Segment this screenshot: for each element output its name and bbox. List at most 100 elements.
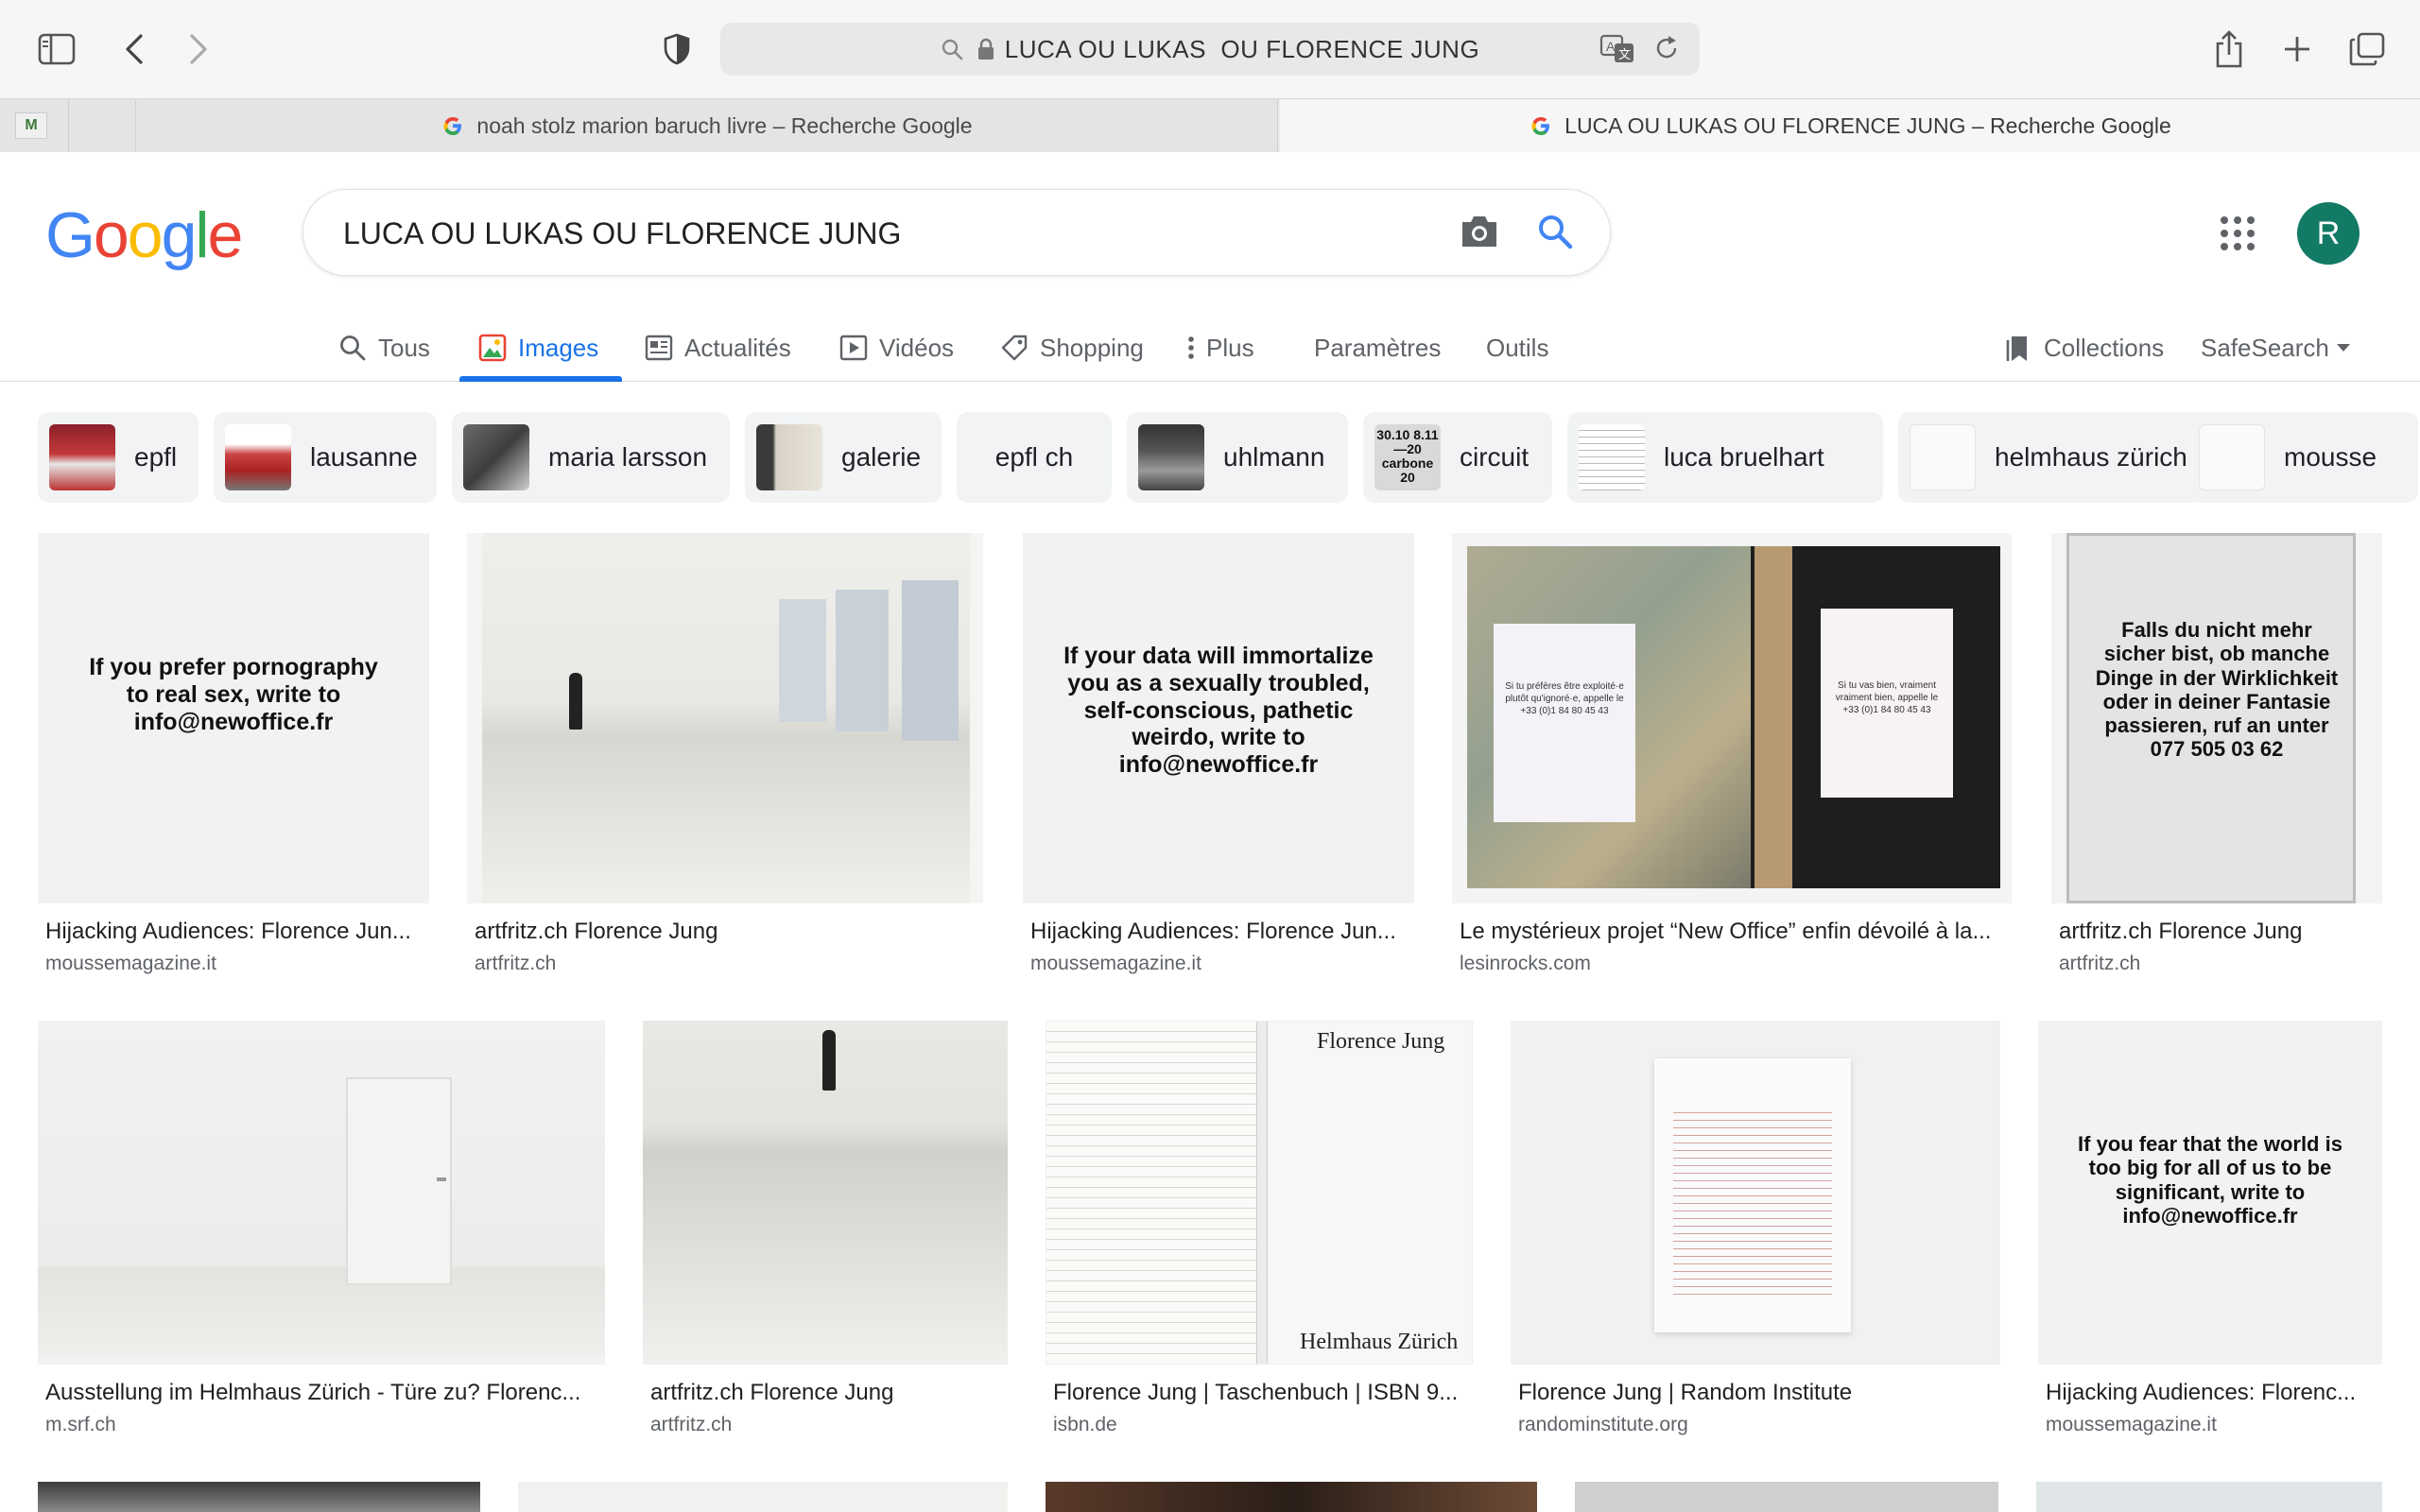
- result-image-partial[interactable]: [518, 1482, 1008, 1512]
- chip-label: epfl ch: [994, 442, 1074, 472]
- tab-plus[interactable]: Plus: [1187, 323, 1254, 372]
- result-source[interactable]: artfritz.ch: [475, 953, 556, 975]
- tab-shopping[interactable]: Shopping: [1000, 323, 1144, 372]
- result-source[interactable]: artfritz.ch: [650, 1414, 732, 1436]
- book-back-cover: [1046, 1022, 1256, 1364]
- google-apps-grid-icon[interactable]: [2220, 215, 2256, 251]
- result-source[interactable]: m.srf.ch: [45, 1414, 116, 1436]
- result-title[interactable]: Hijacking Audiences: Florence Jun...: [1030, 919, 1414, 945]
- window-shape: [779, 599, 826, 722]
- camera-icon[interactable]: [1459, 213, 1500, 250]
- result-title[interactable]: artfritz.ch Florence Jung: [650, 1380, 1006, 1406]
- chip-thumbnail: [1138, 424, 1204, 490]
- result-image[interactable]: [38, 1021, 605, 1365]
- result-card[interactable]: Florence Jung | Random Institute randomi…: [1511, 1021, 2000, 1455]
- empty-room-photo: [38, 1034, 605, 1355]
- new-tab-plus-icon[interactable]: [2274, 26, 2320, 72]
- collections-button[interactable]: Collections: [2004, 323, 2164, 372]
- chip-lausanne[interactable]: lausanne: [214, 412, 437, 503]
- result-card[interactable]: Falls du nicht mehr sicher bist, ob manc…: [2051, 533, 2382, 987]
- chip-uhlmann[interactable]: uhlmann: [1127, 412, 1348, 503]
- share-icon[interactable]: [2206, 26, 2252, 72]
- chip-maria-larsson[interactable]: maria larsson: [452, 412, 730, 503]
- result-image-partial[interactable]: [1575, 1482, 1998, 1512]
- poster-text: If your data will immortalize you as a s…: [1063, 643, 1374, 778]
- tab-noah-stolz[interactable]: noah stolz marion baruch livre – Recherc…: [136, 99, 1278, 152]
- result-title[interactable]: artfritz.ch Florence Jung: [2059, 919, 2380, 945]
- result-card[interactable]: If your data will immortalize you as a s…: [1023, 533, 1414, 987]
- chip-luca-bruelhart[interactable]: luca bruelhart: [1567, 412, 1883, 503]
- result-image[interactable]: Falls du nicht mehr sicher bist, ob manc…: [2051, 533, 2382, 903]
- tab-images[interactable]: Images: [478, 323, 598, 372]
- translate-icon[interactable]: A文: [1599, 34, 1635, 64]
- result-title[interactable]: Florence Jung | Random Institute: [1518, 1380, 1998, 1406]
- result-source[interactable]: randominstitute.org: [1518, 1414, 1688, 1436]
- result-source[interactable]: isbn.de: [1053, 1414, 1117, 1436]
- result-source[interactable]: moussemagazine.it: [45, 953, 216, 975]
- result-image[interactable]: If you prefer pornography to real sex, w…: [38, 533, 429, 903]
- chip-galerie[interactable]: galerie: [745, 412, 942, 503]
- door-shape: [346, 1077, 452, 1285]
- result-image[interactable]: [1511, 1021, 2000, 1365]
- result-image[interactable]: [467, 533, 983, 903]
- result-card[interactable]: If you prefer pornography to real sex, w…: [38, 533, 429, 987]
- pinned-tab[interactable]: M: [0, 99, 136, 152]
- result-source[interactable]: lesinrocks.com: [1460, 953, 1591, 975]
- result-image[interactable]: [643, 1021, 1008, 1365]
- tab-tous[interactable]: Tous: [338, 323, 430, 372]
- result-card[interactable]: Si tu préfères être exploité·e plutôt qu…: [1452, 533, 2012, 987]
- result-image[interactable]: Si tu préfères être exploité·e plutôt qu…: [1452, 533, 2012, 903]
- result-card[interactable]: artfritz.ch Florence Jung artfritz.ch: [467, 533, 983, 987]
- tab-title: LUCA OU LUKAS OU FLORENCE JUNG – Recherc…: [1564, 112, 2171, 138]
- google-logo[interactable]: Google: [45, 198, 243, 272]
- chip-helmhaus-zurich[interactable]: helmhaus zürich: [1898, 412, 2201, 503]
- chip-epfl-ch[interactable]: epfl ch: [957, 412, 1112, 503]
- chip-thumbnail: [1579, 424, 1645, 490]
- result-image-partial[interactable]: [38, 1482, 480, 1512]
- tab-outils[interactable]: Outils: [1486, 323, 1548, 372]
- chip-label: lausanne: [310, 442, 418, 472]
- result-title[interactable]: Hijacking Audiences: Florence Jun...: [45, 919, 429, 945]
- result-image[interactable]: If you fear that the world is too big fo…: [2038, 1021, 2382, 1365]
- address-bar[interactable]: LUCA OU LUKAS OU FLORENCE JUNG A文: [720, 23, 1700, 76]
- tab-actualites[interactable]: Actualités: [645, 323, 791, 372]
- result-title[interactable]: Florence Jung | Taschenbuch | ISBN 9...: [1053, 1380, 1471, 1406]
- result-card[interactable]: artfritz.ch Florence Jung artfritz.ch: [643, 1021, 1008, 1455]
- result-title[interactable]: Le mystérieux projet “New Office” enfin …: [1460, 919, 2008, 945]
- result-source[interactable]: artfritz.ch: [2059, 953, 2140, 975]
- paper-note: Si tu vas bien, vraiment vraiment bien, …: [1821, 609, 1953, 798]
- sidebar-toggle-icon[interactable]: [34, 26, 79, 72]
- forward-arrow-icon[interactable]: [176, 26, 221, 72]
- result-title[interactable]: Ausstellung im Helmhaus Zürich - Türe zu…: [45, 1380, 603, 1406]
- browser-toolbar: LUCA OU LUKAS OU FLORENCE JUNG A文: [0, 0, 2420, 98]
- search-query[interactable]: LUCA OU LUKAS OU FLORENCE JUNG: [343, 216, 901, 251]
- back-arrow-icon[interactable]: [112, 26, 157, 72]
- result-image[interactable]: Florence Jung Helmhaus Zürich: [1046, 1021, 1473, 1365]
- safesearch-label: SafeSearch: [2201, 333, 2329, 362]
- result-card[interactable]: Ausstellung im Helmhaus Zürich - Türe zu…: [38, 1021, 605, 1455]
- result-title[interactable]: Hijacking Audiences: Florenc...: [2046, 1380, 2380, 1406]
- reload-icon[interactable]: [1652, 34, 1681, 62]
- tab-parametres[interactable]: Paramètres: [1314, 323, 1441, 372]
- result-image-partial[interactable]: [1046, 1482, 1537, 1512]
- chip-mousse[interactable]: mousse: [2187, 412, 2418, 503]
- safesearch-dropdown[interactable]: SafeSearch: [2201, 323, 2350, 372]
- result-card[interactable]: Florence Jung Helmhaus Zürich Florence J…: [1046, 1021, 1473, 1455]
- result-image-partial[interactable]: [2036, 1482, 2382, 1512]
- search-box[interactable]: LUCA OU LUKAS OU FLORENCE JUNG: [302, 189, 1611, 276]
- tab-videos[interactable]: Vidéos: [839, 323, 954, 372]
- search-icon[interactable]: [1534, 211, 1576, 252]
- result-card[interactable]: If you fear that the world is too big fo…: [2038, 1021, 2382, 1455]
- account-avatar[interactable]: R: [2297, 202, 2360, 265]
- tab-luca-lukas[interactable]: LUCA OU LUKAS OU FLORENCE JUNG – Recherc…: [1280, 99, 2420, 152]
- chip-epfl[interactable]: epfl: [38, 412, 199, 503]
- result-source[interactable]: moussemagazine.it: [1030, 953, 1201, 975]
- result-title[interactable]: artfritz.ch Florence Jung: [475, 919, 976, 945]
- tab-overview-icon[interactable]: [2344, 26, 2390, 72]
- result-image[interactable]: If your data will immortalize you as a s…: [1023, 533, 1414, 903]
- tab-label: Plus: [1206, 333, 1254, 362]
- newspaper-icon: [645, 335, 673, 361]
- result-source[interactable]: moussemagazine.it: [2046, 1414, 2217, 1436]
- privacy-shield-icon[interactable]: [654, 26, 700, 72]
- chip-circuit[interactable]: 30.10 8.11—20 carbone 20 circuit: [1363, 412, 1552, 503]
